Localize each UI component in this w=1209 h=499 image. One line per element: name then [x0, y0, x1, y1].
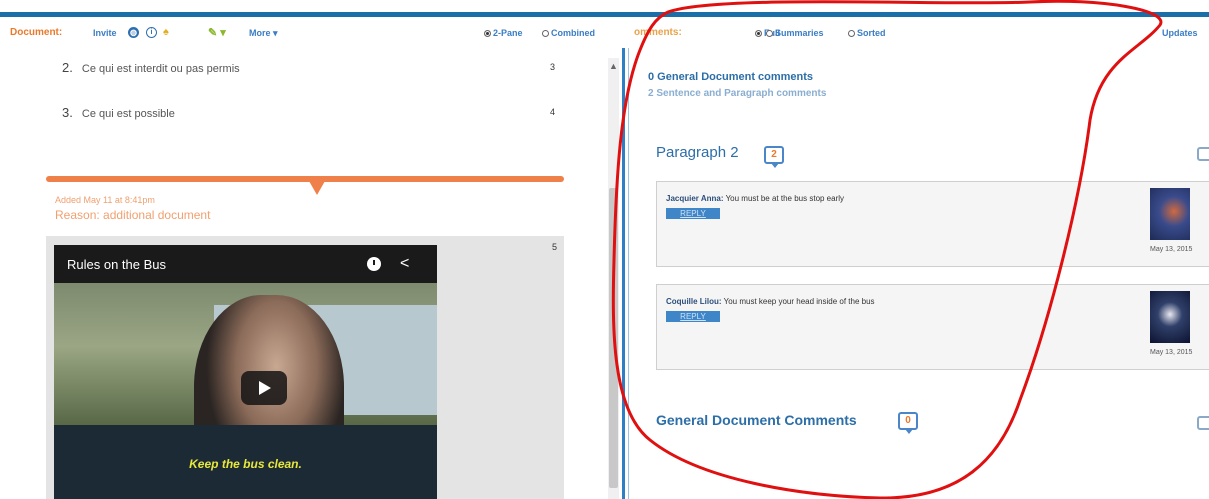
commenter-avatar — [1150, 291, 1190, 343]
video-title[interactable]: Rules on the Bus — [67, 257, 166, 272]
view-2pane-option[interactable]: 2-Pane — [484, 28, 523, 38]
commenter-avatar — [1150, 188, 1190, 240]
video-player[interactable]: Rules on the Bus < Keep the bus clean. — [54, 245, 437, 499]
comments-sorted-label: Sorted — [857, 28, 886, 38]
radio-full[interactable] — [755, 30, 762, 37]
comments-summaries-option[interactable]: Summaries — [766, 28, 824, 38]
added-date: Added May 11 at 8:41pm — [55, 195, 155, 205]
toolbar: Document: Invite ◍ i ♠ ✎ ▾ More ▾ 2-Pane… — [0, 24, 1209, 46]
document-menu-label: Document: — [10, 27, 63, 38]
comment-author: Coquille Lilou: — [666, 297, 722, 306]
sentence-comment-count[interactable]: 2 Sentence and Paragraph comments — [648, 88, 826, 99]
comment-count-bubble-icon[interactable]: 2 — [764, 146, 784, 168]
comment-card: Coquille Lilou: You must keep your head … — [656, 284, 1209, 370]
top-bar — [0, 12, 1209, 17]
general-comment-count[interactable]: 0 General Document comments — [648, 71, 813, 83]
comment-card: Jacquier Anna: You must be at the bus st… — [656, 181, 1209, 267]
add-comment-icon[interactable] — [1197, 147, 1209, 161]
comments-label: omments: — [634, 27, 682, 38]
reply-button[interactable]: REPLY — [666, 311, 720, 322]
comment-date: May 13, 2015 — [1150, 349, 1193, 356]
comment-author-line: Jacquier Anna: You must be at the bus st… — [666, 194, 844, 203]
radio-combined[interactable] — [542, 30, 549, 37]
outline-item[interactable]: 3. Ce qui est possible 4 — [62, 105, 562, 120]
comments-sorted-option[interactable]: Sorted — [848, 28, 886, 38]
addition-reason: Reason: additional document — [55, 208, 211, 222]
pane-divider[interactable] — [622, 48, 625, 499]
pen-icon[interactable]: ✎ ▾ — [208, 26, 226, 39]
document-pane: 2. Ce qui est interdit ou pas permis 3 3… — [0, 48, 600, 499]
document-scrollbar[interactable]: ▲ — [608, 58, 619, 499]
addition-pointer — [309, 181, 325, 195]
outline-text: Ce qui est interdit ou pas permis — [81, 63, 240, 75]
app-window: Document: Invite ◍ i ♠ ✎ ▾ More ▾ 2-Pane… — [0, 0, 1209, 499]
comments-pane: 0 General Document comments 2 Sentence a… — [632, 48, 1209, 499]
addition-divider — [46, 176, 564, 182]
comments-summaries-label: Summaries — [775, 28, 824, 38]
play-button[interactable] — [241, 371, 287, 405]
radio-sorted[interactable] — [848, 30, 855, 37]
info-icon[interactable]: i — [146, 27, 157, 38]
video-caption: Keep the bus clean. — [189, 457, 302, 471]
bell-icon[interactable]: ♠ — [163, 26, 169, 38]
view-combined-option[interactable]: Combined — [542, 28, 595, 38]
add-general-comment-icon[interactable] — [1197, 416, 1209, 430]
reply-button[interactable]: REPLY — [666, 208, 720, 219]
scroll-up-arrow-icon[interactable]: ▲ — [608, 60, 619, 72]
general-comment-bubble-icon[interactable]: 0 — [898, 412, 918, 434]
globe-icon[interactable]: ◍ — [128, 27, 139, 38]
pane-divider-line — [628, 48, 629, 499]
comment-text: You must keep your head inside of the bu… — [721, 297, 875, 306]
radio-summaries[interactable] — [766, 30, 773, 37]
scroll-thumb[interactable] — [609, 188, 618, 488]
outline-number: 2. — [62, 60, 73, 75]
radio-2pane[interactable] — [484, 30, 491, 37]
updates-link[interactable]: Updates — [1162, 28, 1198, 38]
view-2pane-label: 2-Pane — [493, 28, 523, 38]
outline-text: Ce qui est possible — [81, 108, 175, 120]
comment-author: Jacquier Anna: — [666, 194, 724, 203]
comment-date: May 13, 2015 — [1150, 246, 1193, 253]
invite-link[interactable]: Invite — [93, 28, 117, 38]
outline-count: 4 — [550, 107, 556, 117]
outline-item[interactable]: 2. Ce qui est interdit ou pas permis 3 — [62, 60, 562, 75]
comment-text: You must be at the bus stop early — [723, 194, 845, 203]
comment-author-line: Coquille Lilou: You must keep your head … — [666, 297, 875, 306]
general-comments-heading: General Document Comments — [656, 412, 857, 428]
paragraph-number: 5 — [552, 242, 558, 252]
outline-count: 3 — [550, 62, 556, 72]
more-menu[interactable]: More ▾ — [249, 28, 278, 39]
paragraph-heading: Paragraph 2 — [656, 144, 739, 161]
view-combined-label: Combined — [551, 28, 595, 38]
outline-number: 3. — [62, 105, 73, 120]
watch-later-icon[interactable] — [367, 257, 381, 271]
share-icon[interactable]: < — [400, 255, 409, 273]
